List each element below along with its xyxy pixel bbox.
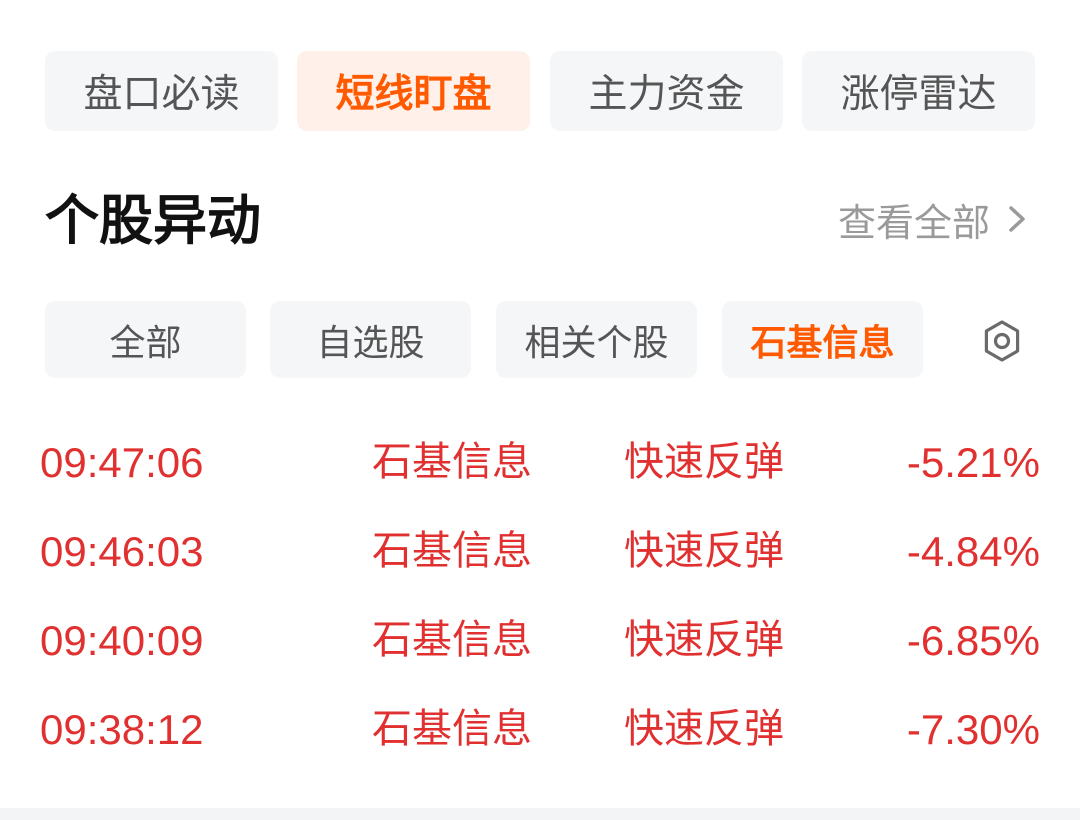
alert-time: 09:46:03 — [40, 528, 204, 575]
alert-stock-name: 石基信息 — [372, 617, 532, 663]
filter-tab-all[interactable]: 全部 — [45, 301, 246, 378]
alert-change: -4.84% — [906, 528, 1040, 575]
alert-stock-name: 石基信息 — [372, 439, 532, 485]
alert-event: 快速反弹 — [624, 706, 784, 752]
tab-duanxian-dingpan[interactable]: 短线盯盘 — [297, 51, 530, 131]
alert-change: -5.21% — [906, 439, 1040, 486]
tab-zhuli-zijin[interactable]: 主力资金 — [550, 51, 783, 131]
section-title: 个股异动 — [45, 189, 261, 252]
alert-time: 09:40:09 — [40, 617, 204, 664]
filter-tab-stock[interactable]: 石基信息 — [722, 301, 923, 378]
chevron-right-icon — [1009, 206, 1025, 232]
tab-zhangting-leida[interactable]: 涨停雷达 — [802, 51, 1035, 131]
alert-row[interactable]: 09:47:06 石基信息 快速反弹 -5.21% — [0, 418, 1080, 507]
filter-tab-related[interactable]: 相关个股 — [496, 301, 697, 378]
alert-stock-name: 石基信息 — [372, 528, 532, 574]
tab-pankou-bidu[interactable]: 盘口必读 — [45, 51, 278, 131]
alert-row[interactable]: 09:40:09 石基信息 快速反弹 -6.85% — [0, 596, 1080, 685]
filter-tab-watchlist[interactable]: 自选股 — [270, 301, 471, 378]
alert-row[interactable]: 09:46:03 石基信息 快速反弹 -4.84% — [0, 507, 1080, 596]
alert-time: 09:47:06 — [40, 439, 204, 486]
footer-divider — [0, 808, 1080, 820]
alert-event: 快速反弹 — [624, 528, 784, 574]
stock-filter-tabs: 全部 自选股 相关个股 石基信息 — [45, 301, 1035, 379]
view-all-link[interactable]: 查看全部 — [837, 194, 1036, 245]
alert-event: 快速反弹 — [624, 439, 784, 485]
alert-change: -6.85% — [906, 617, 1040, 664]
alert-event: 快速反弹 — [624, 617, 784, 663]
alert-stock-name: 石基信息 — [372, 706, 532, 752]
alert-list: 09:47:06 石基信息 快速反弹 -5.21% 09:46:03 石基信息 … — [0, 418, 1080, 774]
gear-icon[interactable] — [979, 318, 1025, 364]
alert-time: 09:38:12 — [40, 706, 204, 753]
top-tab-bar: 盘口必读 短线盯盘 主力资金 涨停雷达 — [45, 51, 1035, 131]
alert-change: -7.30% — [906, 706, 1040, 753]
alert-row[interactable]: 09:38:12 石基信息 快速反弹 -7.30% — [0, 685, 1080, 774]
view-all-label: 查看全部 — [837, 200, 990, 245]
